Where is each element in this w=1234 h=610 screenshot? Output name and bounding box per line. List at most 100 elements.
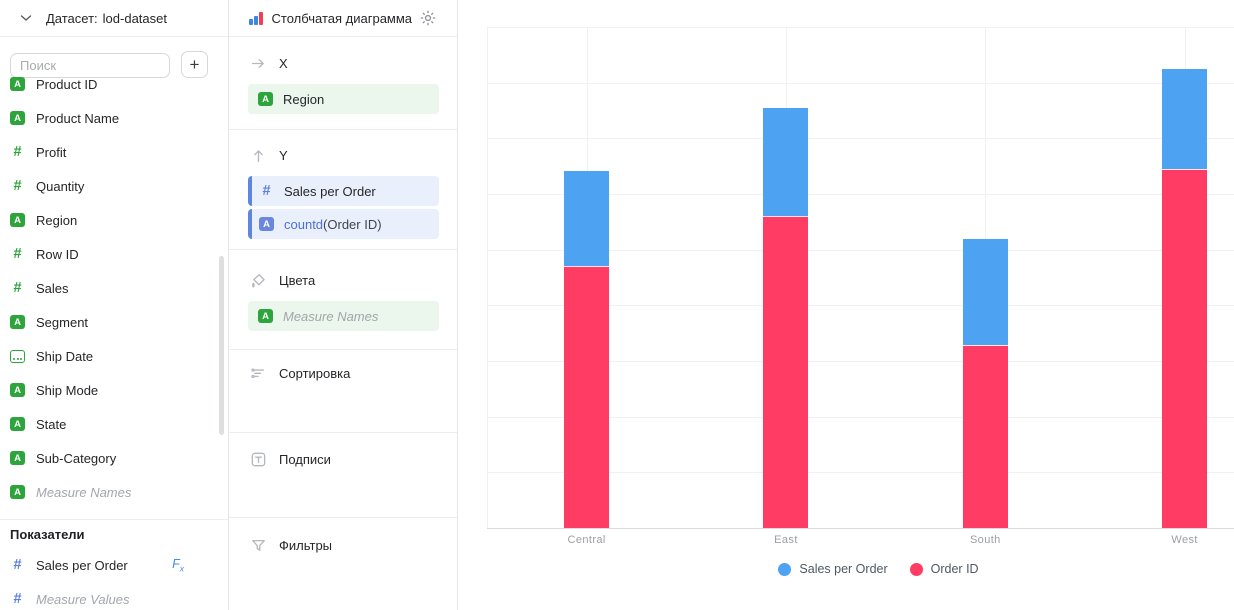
- field-item[interactable]: A State: [0, 407, 228, 441]
- field-label: Measure Names: [36, 485, 131, 500]
- chip-label: Region: [283, 92, 324, 107]
- date-green-icon: [10, 350, 25, 363]
- measure-label: Measure Values: [36, 592, 129, 607]
- section-filters-header[interactable]: Фильтры: [250, 536, 438, 554]
- number-green-icon: #: [10, 280, 25, 296]
- section-sort-header[interactable]: Сортировка: [250, 364, 438, 382]
- field-chip[interactable]: A Measure Names: [248, 301, 439, 331]
- field-item[interactable]: AProduct Name: [0, 101, 228, 135]
- field-item[interactable]: A Sub-Category: [0, 441, 228, 475]
- section-label: Y: [279, 148, 288, 163]
- string-green-icon: A: [10, 213, 25, 227]
- chart-type-selector[interactable]: Столбчатая диаграмма: [272, 11, 413, 26]
- dataset-label: Датасет:lod-dataset: [46, 11, 167, 26]
- bar-segment-sales-per-order[interactable]: [1162, 69, 1207, 169]
- field-item[interactable]: # Profit: [0, 135, 228, 169]
- category-label: Central: [542, 534, 632, 546]
- chart-preview: CentralEastSouthWestSales per OrderOrder…: [458, 0, 1234, 610]
- field-label: Sub-Category: [36, 451, 116, 466]
- number-blue-icon: #: [10, 591, 25, 607]
- legend-item[interactable]: Sales per Order: [778, 562, 887, 576]
- section-label: Сортировка: [279, 366, 350, 381]
- section-label: Цвета: [279, 273, 315, 288]
- field-item[interactable]: AShip Mode: [0, 373, 228, 407]
- section-labels-header[interactable]: Подписи: [250, 450, 438, 468]
- field-item[interactable]: # Quantity: [0, 169, 228, 203]
- bar-segment-order-id[interactable]: [1162, 169, 1207, 528]
- divider: [0, 519, 228, 520]
- section-colors-header[interactable]: Цвета: [250, 271, 438, 289]
- x-axis-line: [487, 528, 1234, 529]
- measures-header: Показатели: [10, 527, 85, 542]
- section-y-header[interactable]: Y: [250, 146, 438, 164]
- chevron-down-icon[interactable]: [18, 10, 34, 26]
- field-item[interactable]: #Row ID: [0, 237, 228, 271]
- section-x: X A Region: [229, 37, 457, 130]
- paint-bucket-icon: [250, 272, 267, 289]
- measure-item[interactable]: #Sales per OrderFx: [0, 548, 228, 582]
- category-label: West: [1140, 534, 1230, 546]
- field-item[interactable]: ARegion: [0, 203, 228, 237]
- number-green-icon: #: [10, 144, 25, 160]
- sort-icon: [250, 365, 267, 382]
- dataset-name: lod-dataset: [103, 11, 167, 26]
- number-green-icon: #: [10, 178, 25, 194]
- field-label: State: [36, 417, 66, 432]
- field-label: Sales: [36, 281, 69, 296]
- chips: #Sales per OrderAcountd(Order ID): [248, 176, 438, 239]
- field-label: Quantity: [36, 179, 84, 194]
- legend-label: Sales per Order: [799, 562, 887, 576]
- gridline-h: [487, 27, 1234, 28]
- string-green-icon: A: [10, 417, 25, 431]
- config-sections: X A Region Y #Sales per OrderAcountd(Order I…: [229, 37, 457, 610]
- measure-label: Sales per Order: [36, 558, 128, 573]
- legend: Sales per Order Order ID: [487, 562, 1234, 576]
- string-green-icon: A: [10, 485, 25, 499]
- string-green-icon: A: [10, 451, 25, 465]
- field-item[interactable]: Ship Date: [0, 339, 228, 373]
- string-green-icon: A: [10, 383, 25, 397]
- bar-segment-order-id[interactable]: [564, 266, 609, 528]
- string-green-icon: A: [258, 309, 273, 323]
- string-blue-icon: A: [259, 217, 274, 231]
- section-x-header[interactable]: X: [250, 54, 438, 72]
- field-list-scrollbar[interactable]: [219, 256, 224, 435]
- measure-item[interactable]: # Measure Values: [0, 582, 228, 610]
- chip-label: Measure Names: [283, 309, 378, 324]
- legend-item[interactable]: Order ID: [910, 562, 979, 576]
- section-colors: Цвета A Measure Names: [229, 250, 457, 350]
- dataset-header[interactable]: Датасет:lod-dataset: [0, 0, 228, 37]
- field-item[interactable]: # Sales: [0, 271, 228, 305]
- column-chart-icon[interactable]: [249, 12, 263, 25]
- legend-dot: [910, 563, 923, 576]
- field-item[interactable]: ASegment: [0, 305, 228, 339]
- field-item[interactable]: A Measure Names: [0, 475, 228, 509]
- filter-icon: [250, 537, 267, 554]
- number-blue-icon: #: [259, 183, 274, 199]
- field-label: Profit: [36, 145, 66, 160]
- arrow-up-icon: [250, 147, 267, 164]
- field-chip[interactable]: #Sales per Order: [248, 176, 439, 206]
- field-label: Product ID: [36, 77, 97, 92]
- field-item[interactable]: AProduct ID: [0, 67, 228, 101]
- gear-icon[interactable]: [419, 9, 437, 27]
- formula-icon[interactable]: Fx: [172, 557, 184, 574]
- bar-segment-sales-per-order[interactable]: [763, 108, 808, 216]
- section-labels: Подписи: [229, 433, 457, 518]
- dataset-panel: Датасет:lod-dataset + AProduct IDAProduc…: [0, 0, 229, 610]
- field-chip[interactable]: Acountd(Order ID): [248, 209, 439, 239]
- string-green-icon: A: [10, 315, 25, 329]
- bar-segment-sales-per-order[interactable]: [963, 239, 1008, 345]
- chips: A Measure Names: [248, 301, 438, 331]
- string-green-icon: A: [10, 111, 25, 125]
- bar-segment-sales-per-order[interactable]: [564, 171, 609, 266]
- labels-icon: [250, 451, 267, 468]
- field-chip[interactable]: A Region: [248, 84, 439, 114]
- bar-segment-order-id[interactable]: [963, 345, 1008, 528]
- category-label: South: [940, 534, 1030, 546]
- string-green-icon: A: [258, 92, 273, 106]
- legend-dot: [778, 563, 791, 576]
- arrow-right-icon: [250, 55, 267, 72]
- measure-list: # Sales per Order Fx # Measure Values: [0, 548, 228, 610]
- bar-segment-order-id[interactable]: [763, 216, 808, 528]
